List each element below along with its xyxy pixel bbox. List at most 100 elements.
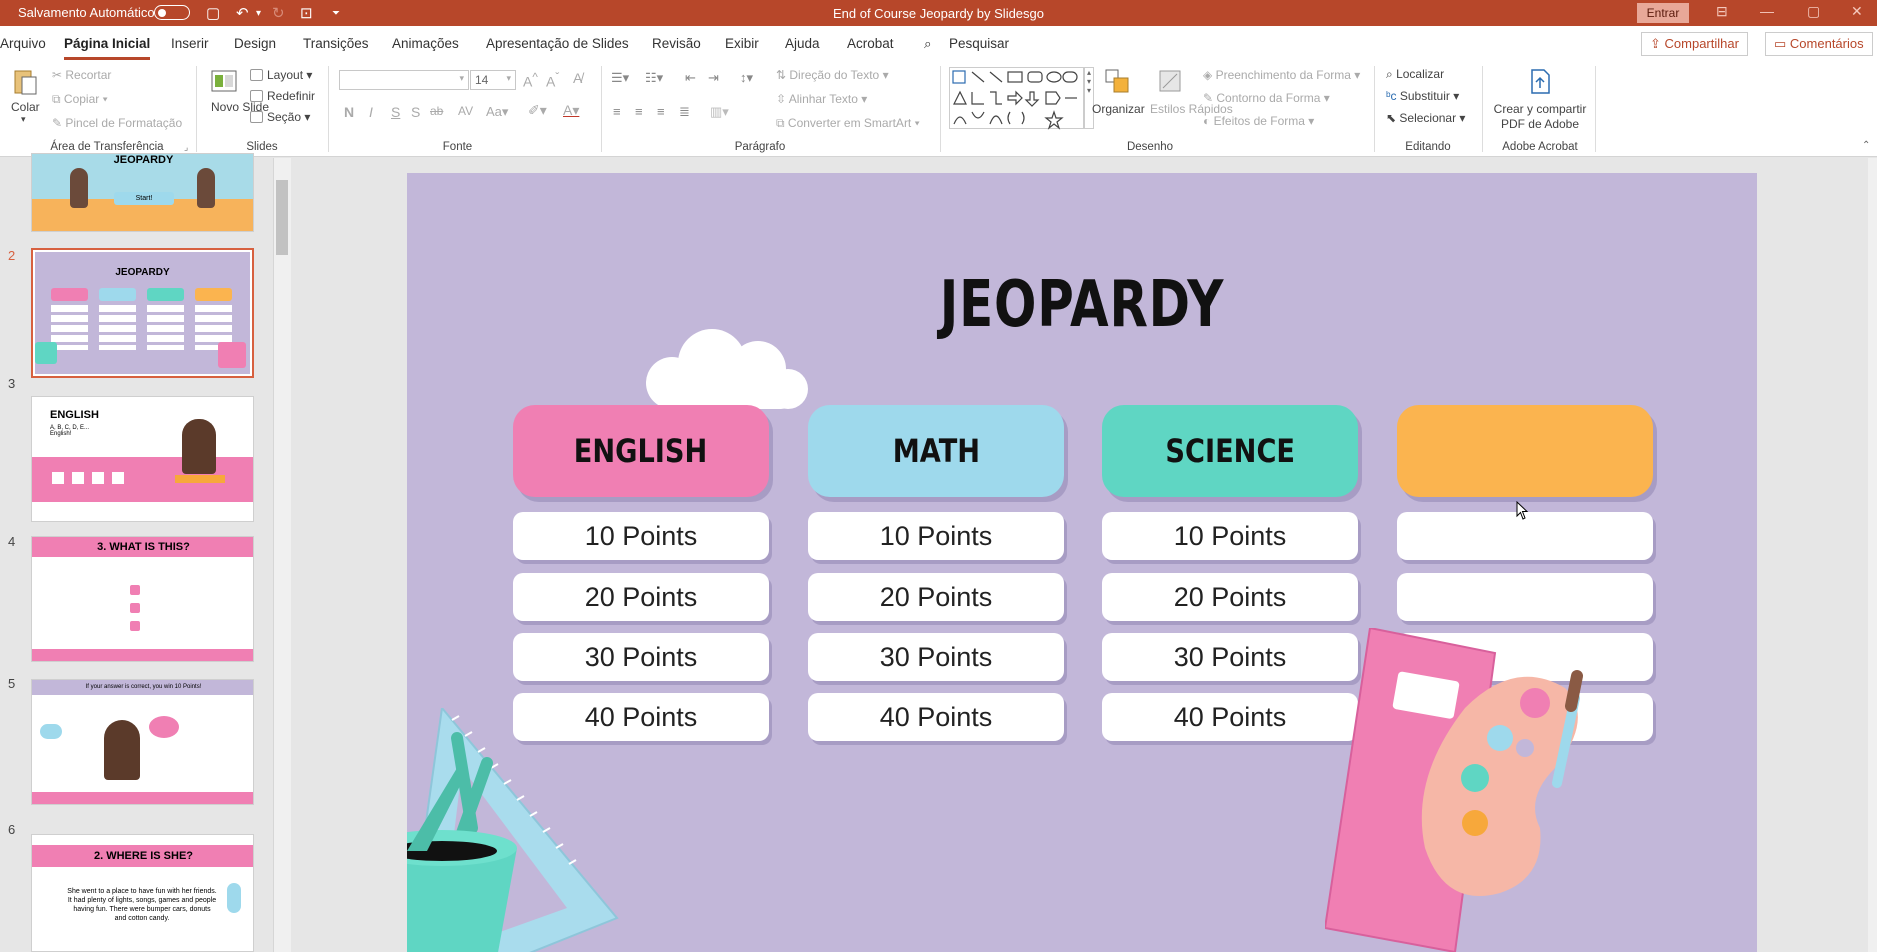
slide-thumbnail-4[interactable]: 3. WHAT IS THIS? [31,536,254,662]
find-button[interactable]: ⌕ Localizar [1386,67,1444,82]
tab-inserir[interactable]: Inserir [171,36,209,51]
points-cell[interactable]: 10 Points [513,512,769,560]
paste-icon[interactable] [10,66,40,96]
create-share-pdf-button[interactable]: Crear y compartir PDF de Adobe [1492,102,1588,132]
bold-icon[interactable]: N [344,104,354,120]
points-cell[interactable]: 40 Points [1102,693,1358,741]
maximize-icon[interactable]: ▢ [1807,3,1820,20]
points-cell[interactable]: 20 Points [1102,573,1358,621]
slide-thumbnail-2[interactable]: JEOPARDY [31,248,254,378]
shapes-gallery-scroll[interactable]: ▴ ▾ ▾ [1084,67,1094,129]
tab-transicoes[interactable]: Transições [303,36,369,51]
slide-scrollbar[interactable] [1868,158,1877,952]
category-math[interactable]: MATH [808,405,1064,497]
text-direction-button[interactable]: ⇅ Direção do Texto ▾ [776,68,889,82]
tab-exibir[interactable]: Exibir [725,36,759,51]
search-box[interactable]: Pesquisar [949,36,1009,51]
font-size-combo[interactable]: 14 ▾ [470,70,516,90]
paste-dropdown-icon[interactable]: ▾ [21,114,26,125]
collapse-ribbon-icon[interactable]: ⌃ [1862,140,1870,151]
points-cell[interactable]: 10 Points [1102,512,1358,560]
char-spacing-icon[interactable]: AV [458,104,473,118]
layout-button[interactable]: Layout ▾ [250,68,312,82]
shape-fill-button[interactable]: ◈ Preenchimento da Forma ▾ [1203,68,1360,82]
slide-thumbnail-6[interactable]: 2. WHERE IS SHE? She went to a place to … [31,834,254,952]
font-color-icon[interactable]: A▾ [563,102,579,119]
replace-button[interactable]: ᵇc Substituir ▾ [1386,89,1459,103]
points-cell[interactable]: 40 Points [808,693,1064,741]
shape-effects-button[interactable]: ◐ Efeitos de Forma ▾ [1203,114,1314,128]
increase-font-icon[interactable]: A^ [523,71,538,90]
strikethrough-icon[interactable]: ab [430,104,443,118]
clear-format-icon[interactable]: A̸ [573,70,582,86]
numbering-icon[interactable]: ☷▾ [645,70,663,86]
tab-revisao[interactable]: Revisão [652,36,701,51]
font-name-combo[interactable]: ▾ [339,70,469,90]
decrease-indent-icon[interactable]: ⇤ [685,70,696,86]
points-cell[interactable]: 30 Points [808,633,1064,681]
slide-thumbnail-5[interactable]: If your answer is correct, you win 10 Po… [31,679,254,805]
paste-button[interactable]: Colar [11,100,40,114]
increase-indent-icon[interactable]: ⇥ [708,70,719,86]
points-cell[interactable]: 20 Points [808,573,1064,621]
tab-ajuda[interactable]: Ajuda [785,36,820,51]
change-case-icon[interactable]: Aa▾ [486,104,508,120]
columns-icon[interactable]: ▥▾ [710,104,729,120]
slide-thumbnail-1[interactable]: JEOPARDY Start! [31,153,254,232]
share-button[interactable]: ⇪ Compartilhar [1641,32,1748,56]
clipboard-launcher-icon[interactable]: ⌟ [184,142,188,153]
tab-arquivo[interactable]: Arquivo [0,36,46,51]
shapes-gallery[interactable] [949,67,1084,130]
quick-styles-icon[interactable] [1155,66,1185,96]
points-cell[interactable]: 10 Points [808,512,1064,560]
tab-animacoes[interactable]: Animações [392,36,459,51]
minimize-icon[interactable]: — [1760,3,1774,19]
points-cell[interactable]: 20 Points [513,573,769,621]
bullets-icon[interactable]: ☰▾ [611,70,629,86]
copy-button[interactable]: ⧉ Copiar ▾ [52,92,108,107]
ribbon-display-icon[interactable]: ⊟ [1716,3,1728,20]
category-science[interactable]: SCIENCE [1102,405,1358,497]
pdf-share-icon[interactable] [1525,66,1555,96]
thumbnail-scroll-thumb[interactable] [276,180,288,255]
format-painter-button[interactable]: ✎ Pincel de Formatação [52,116,182,130]
arrange-button[interactable]: Organizar [1092,102,1145,116]
section-button[interactable]: Seção ▾ [250,110,310,124]
tab-design[interactable]: Design [234,36,276,51]
align-center-icon[interactable]: ≡ [635,104,643,119]
sign-in-button[interactable]: Entrar [1637,3,1689,23]
decrease-font-icon[interactable]: Aˇ [546,71,559,90]
line-spacing-icon[interactable]: ↕▾ [740,70,753,86]
highlight-icon[interactable]: ✐▾ [528,102,547,119]
reset-button[interactable]: Redefinir [250,89,315,103]
slide-title[interactable]: JEOPARDY [556,268,1609,342]
comments-button[interactable]: ▭ Comentários [1765,32,1873,56]
shape-outline-button[interactable]: ✎ Contorno da Forma ▾ [1203,91,1330,105]
tab-pagina-inicial[interactable]: Página Inicial [64,36,151,60]
tab-acrobat[interactable]: Acrobat [847,36,894,51]
select-button[interactable]: ⬉ Selecionar ▾ [1386,111,1465,125]
search-icon[interactable]: ⌕ [924,36,932,52]
points-cell[interactable]: 30 Points [513,633,769,681]
points-cell[interactable]: 30 Points [1102,633,1358,681]
category-empty[interactable] [1397,405,1653,497]
align-text-button[interactable]: ⇳ Alinhar Texto ▾ [776,92,867,106]
align-right-icon[interactable]: ≡ [657,104,665,119]
italic-icon[interactable]: I [369,104,373,120]
smartart-button[interactable]: ⧉ Converter em SmartArt ▾ [776,116,920,131]
tab-apresentacao[interactable]: Apresentação de Slides [486,36,629,51]
category-english[interactable]: ENGLISH [513,405,769,497]
close-icon[interactable]: ✕ [1851,3,1863,20]
justify-icon[interactable]: ≣ [679,104,690,120]
align-left-icon[interactable]: ≡ [613,104,621,119]
main-slide[interactable]: JEOPARDY ENGLISH MATH SCIENCE 10 Points … [407,173,1757,952]
points-cell-empty[interactable] [1397,573,1653,621]
arrange-icon[interactable] [1102,66,1132,96]
shadow-icon[interactable]: S [411,104,420,120]
thumbnail-scrollbar[interactable] [273,158,291,952]
cut-button[interactable]: ✂ Recortar [52,68,111,82]
slide-thumbnail-3[interactable]: ENGLISH A, B, C, D, E... English! [31,396,254,522]
divider [940,66,941,152]
underline-icon[interactable]: S [391,104,400,120]
new-slide-icon[interactable] [210,66,240,96]
